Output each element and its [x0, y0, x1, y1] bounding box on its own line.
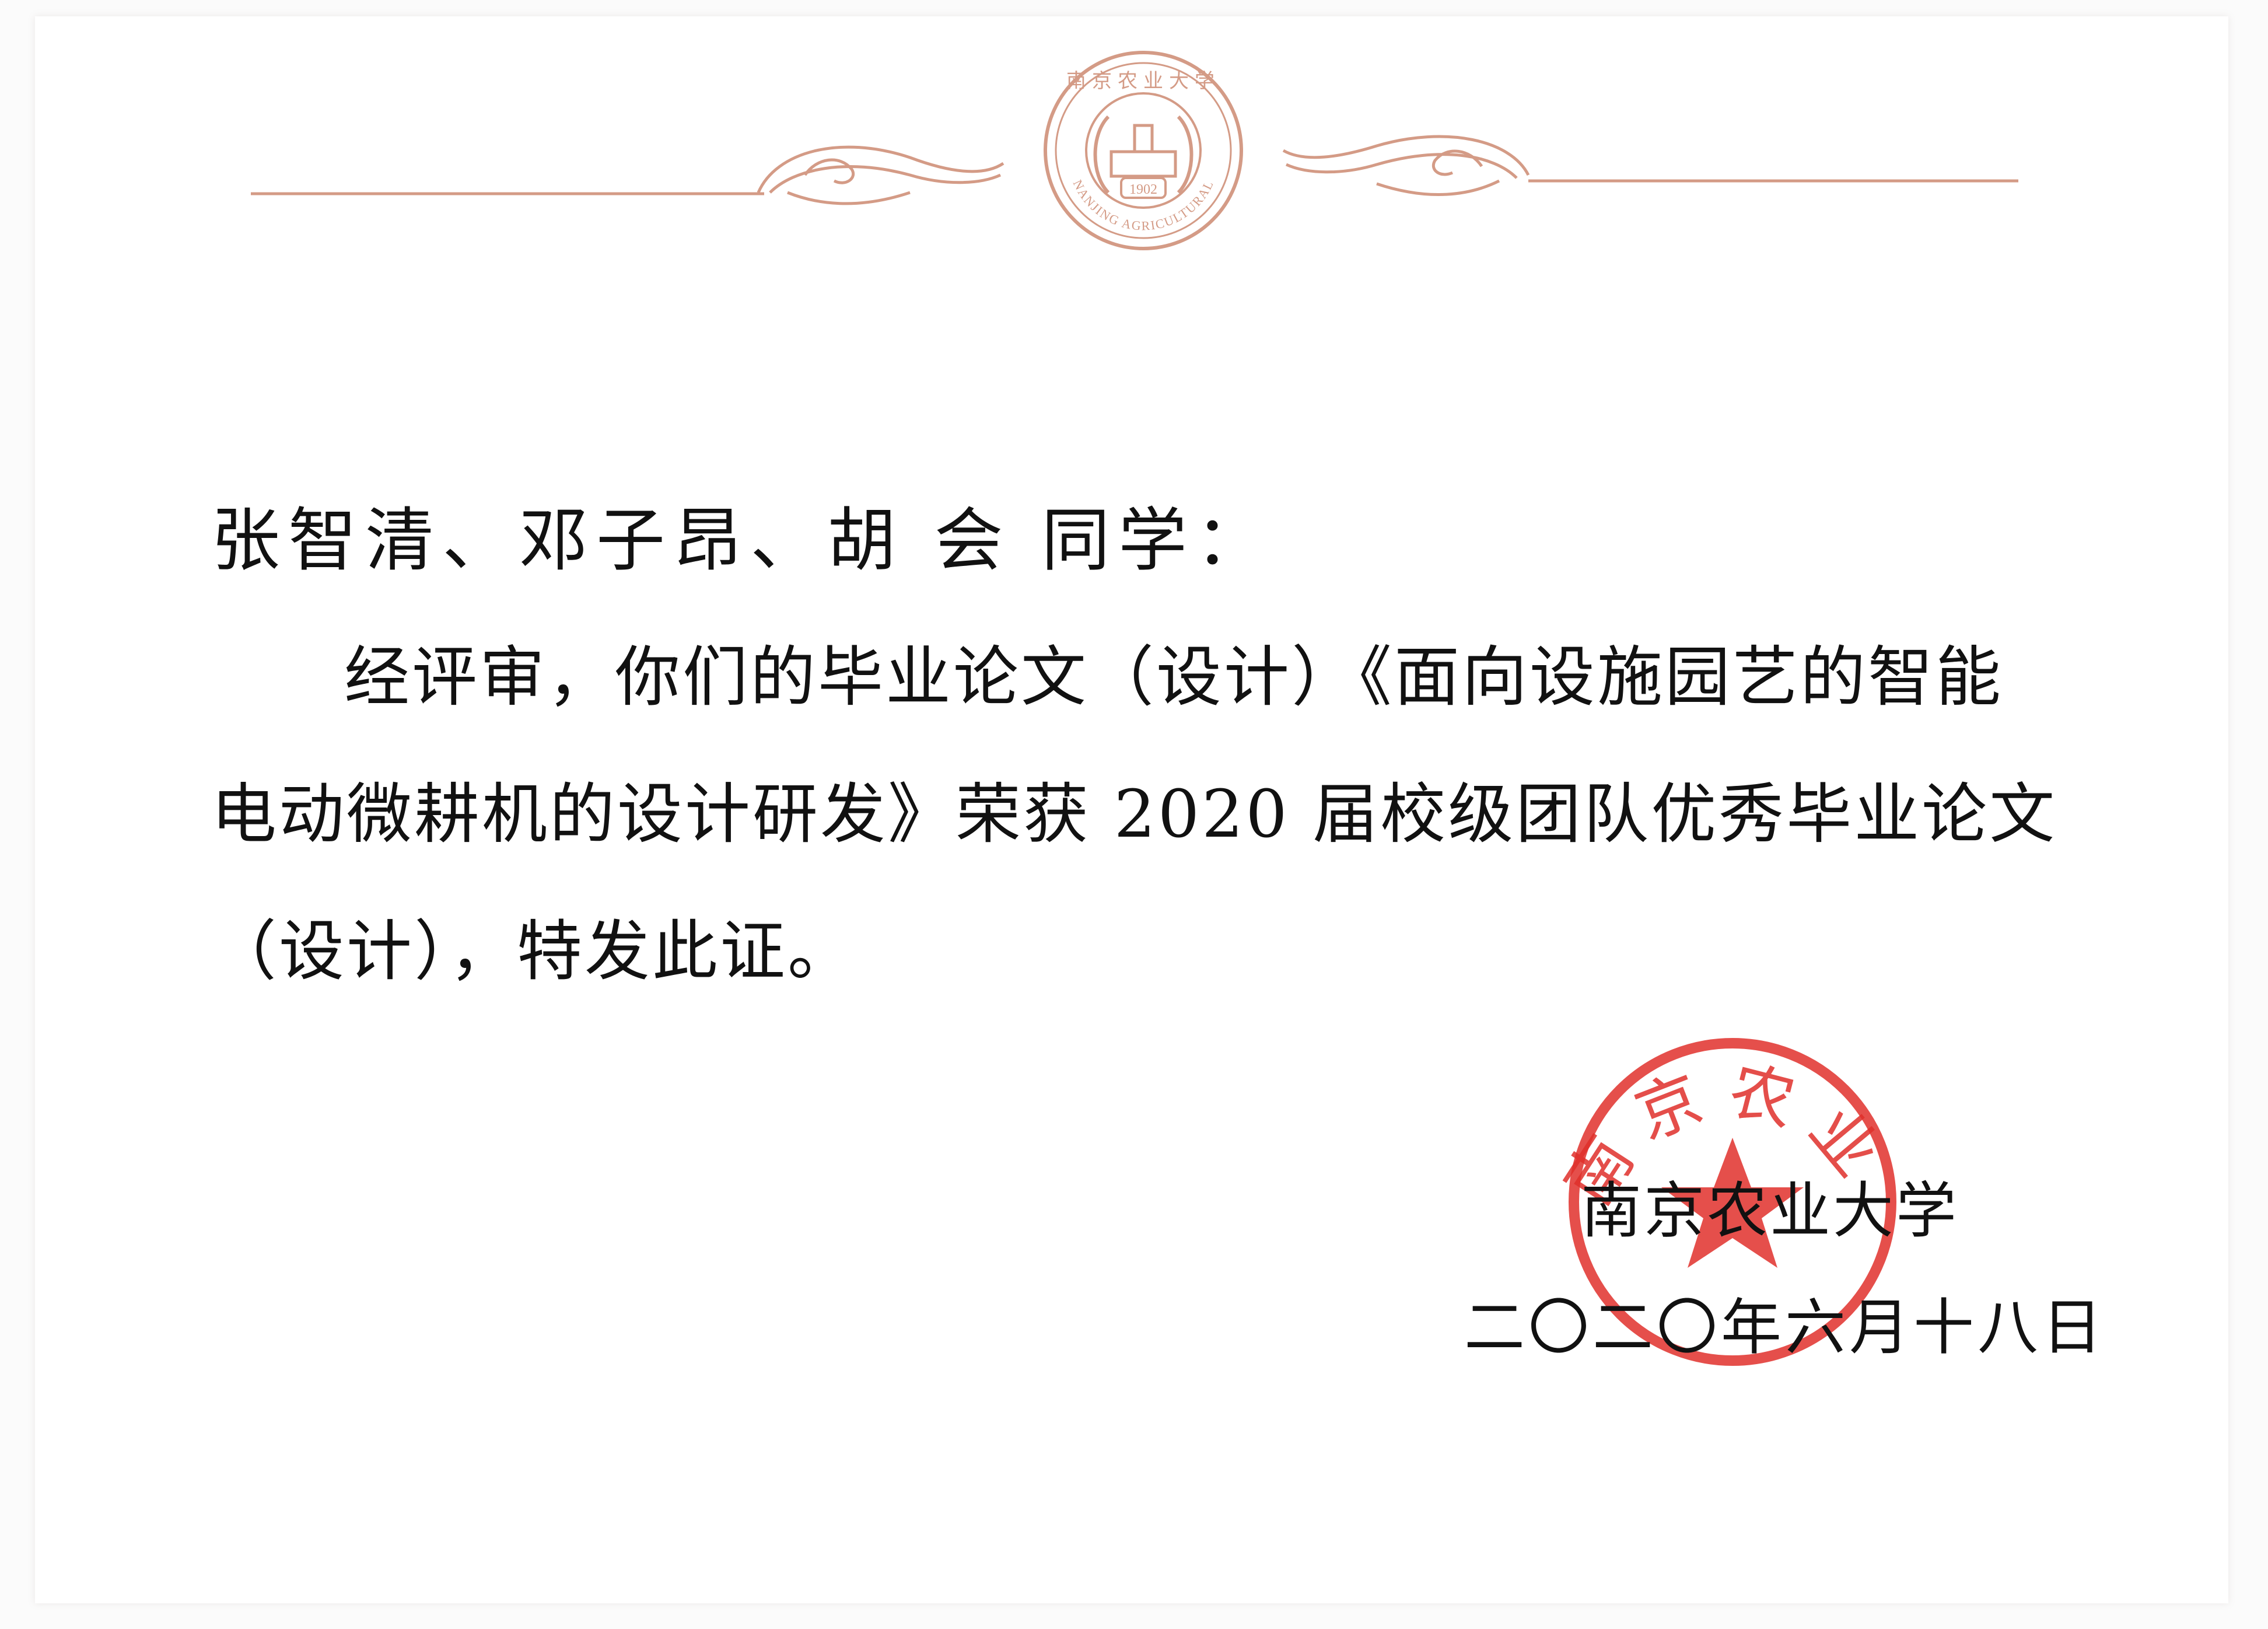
header-ornament: 1902 NANJING AGRICULTURAL UNIVERSITY 南京农… — [0, 0, 2018, 250]
svg-text:NANJING AGRICULTURAL UNIVERSIT: NANJING AGRICULTURAL UNIVERSITY — [0, 0, 1218, 233]
certificate-body-line-3: （设计），特发此证。 — [211, 914, 855, 990]
emblem-name-cn: 南京农业大学 — [1066, 69, 1220, 93]
right-flourish — [1282, 135, 1530, 196]
issue-date: 二〇二〇年六月十八日 — [1464, 1292, 2106, 1363]
certificate-body-line-1: 经评审，你们的毕业论文（设计）《面向设施园艺的智能 — [344, 639, 2003, 715]
emblem-name-en: NANJING AGRICULTURAL UNIVERSITY — [0, 0, 1217, 233]
certificate-salutation: 张智清、邓子昂、胡 会 同学： — [211, 500, 1273, 581]
university-emblem: 1902 NANJING AGRICULTURAL UNIVERSITY 南京农… — [0, 0, 1243, 250]
certificate-paper: 1902 NANJING AGRICULTURAL UNIVERSITY 南京农… — [0, 0, 2268, 1629]
issuer-name: 南京农业大学 — [1581, 1175, 1959, 1246]
certificate-body-line-2: 电动微耕机的设计研发》荣获 2020 届校级团队优秀毕业论文 — [211, 777, 2057, 852]
emblem-year: 1902 — [1129, 182, 1157, 197]
left-flourish — [757, 145, 1005, 205]
